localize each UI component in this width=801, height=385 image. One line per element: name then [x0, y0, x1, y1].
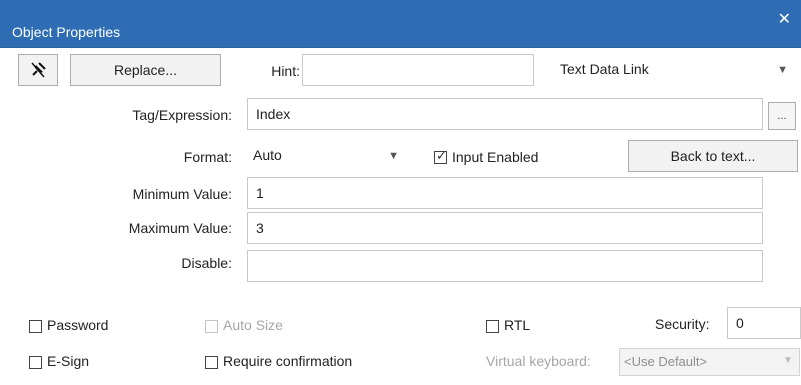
back-to-text-button[interactable]: Back to text...: [628, 140, 798, 172]
close-icon[interactable]: ✕: [778, 12, 791, 28]
e-sign-label: E-Sign: [47, 353, 90, 369]
minimum-value-label: Minimum Value:: [132, 186, 232, 202]
virtual-keyboard-label: Virtual keyboard:: [486, 353, 591, 369]
password-label: Password: [47, 317, 109, 333]
auto-size-label: Auto Size: [223, 317, 283, 333]
virtual-keyboard-value: <Use Default>: [624, 354, 708, 369]
maximum-value-input[interactable]: 3: [247, 212, 763, 244]
require-confirmation-checkbox[interactable]: [205, 356, 218, 369]
disable-label: Disable:: [181, 255, 232, 271]
chevron-down-icon: ▼: [388, 150, 399, 162]
require-confirmation-label: Require confirmation: [223, 353, 353, 369]
tag-expression-input[interactable]: Index: [247, 98, 763, 130]
browse-button[interactable]: ...: [768, 102, 796, 130]
pin-icon: [31, 62, 46, 78]
disable-input[interactable]: [247, 250, 763, 282]
chevron-down-icon: ▼: [783, 355, 793, 366]
rtl-label: RTL: [504, 317, 531, 333]
input-enabled-checkbox[interactable]: ✓: [434, 148, 447, 164]
link-type-value: Text Data Link: [560, 61, 649, 77]
hint-input[interactable]: [302, 54, 534, 86]
rtl-checkbox[interactable]: [486, 320, 499, 333]
format-label: Format:: [183, 149, 232, 165]
tag-expression-label: Tag/Expression:: [132, 107, 232, 123]
e-sign-checkbox[interactable]: [29, 356, 42, 369]
auto-size-checkbox: [205, 320, 218, 333]
input-enabled-label: Input Enabled: [452, 149, 539, 165]
minimum-value-input[interactable]: 1: [247, 177, 763, 209]
format-value: Auto: [253, 147, 282, 163]
pin-button[interactable]: [18, 54, 58, 86]
virtual-keyboard-dropdown: <Use Default> ▼: [619, 348, 800, 376]
security-label: Security:: [655, 316, 710, 332]
format-dropdown[interactable]: Auto ▼: [247, 140, 411, 172]
chevron-down-icon: ▼: [777, 64, 788, 76]
hint-label: Hint:: [271, 63, 300, 79]
replace-button[interactable]: Replace...: [70, 54, 221, 86]
window-title: Object Properties: [12, 24, 121, 40]
title-bar: Object Properties ✕: [0, 0, 801, 48]
password-checkbox[interactable]: [29, 320, 42, 333]
link-type-dropdown[interactable]: Text Data Link ▼: [540, 54, 800, 86]
maximum-value-label: Maximum Value:: [128, 220, 232, 236]
security-input[interactable]: 0: [727, 307, 801, 339]
checkmark-icon: ✓: [436, 148, 447, 163]
